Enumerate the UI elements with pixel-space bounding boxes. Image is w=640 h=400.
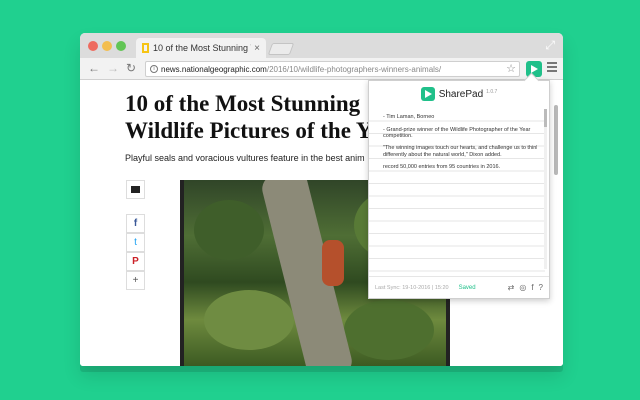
article-subtitle: Playful seals and voracious vultures fea… [125, 153, 365, 163]
minimize-window-button[interactable] [102, 41, 112, 51]
back-arrow-icon[interactable]: ← [88, 61, 100, 75]
pinterest-share-button[interactable]: P [126, 252, 145, 271]
facebook-share-button[interactable]: f [126, 214, 145, 233]
browser-toolbar: ← → ↻ i news.nationalgeographic.com /201… [80, 58, 563, 80]
bookmark-star-icon[interactable]: ☆ [506, 62, 516, 75]
tab-active[interactable]: 10 of the Most Stunning Wildlife × [136, 38, 266, 58]
natgeo-favicon-icon [142, 43, 149, 53]
reload-icon[interactable]: ↻ [126, 61, 136, 75]
more-share-button[interactable]: + [126, 271, 145, 290]
forward-arrow-icon[interactable]: → [107, 61, 119, 75]
tab-close-icon[interactable]: × [254, 43, 260, 54]
facebook-icon[interactable]: f [531, 283, 533, 292]
last-sync-text: Last Sync: 19-10-2016 | 15:20 [375, 284, 449, 291]
saved-status: Saved [458, 284, 476, 291]
sharepad-popup: SharePad 1.0.7 - Tim Laman, Borneo - Gra… [368, 80, 550, 299]
tab-title: 10 of the Most Stunning Wildlife [153, 43, 251, 53]
url-path: /2016/10/wildlife-photographers-winners-… [266, 64, 442, 74]
sync-icon[interactable]: ⇄ [508, 283, 515, 292]
note-line: - Grand-prize winner of the Wildlife Pho… [383, 126, 531, 133]
page-scrollbar[interactable] [554, 91, 559, 211]
sharepad-logo-icon [420, 87, 435, 101]
note-line: record 50,000 entries from 95 countries … [383, 164, 501, 170]
help-icon[interactable]: ? [539, 283, 543, 292]
maximize-window-button[interactable] [116, 41, 126, 51]
close-window-button[interactable] [88, 41, 98, 51]
sharepad-version: 1.0.7 [486, 89, 498, 95]
tab-bar: 10 of the Most Stunning Wildlife × ⤢ [80, 33, 563, 58]
sharepad-notes-area[interactable]: - Tim Laman, Borneo - Grand-prize winner… [369, 109, 545, 273]
url-host: news.nationalgeographic.com [161, 64, 267, 74]
fullscreen-icon[interactable]: ⤢ [545, 38, 555, 53]
note-line: "The winning images touch our hearts, an… [383, 145, 537, 152]
share-icon[interactable]: ◎ [519, 283, 526, 292]
comment-button[interactable] [126, 180, 145, 199]
sharepad-footer: Last Sync: 19-10-2016 | 15:20 Saved ⇄ ◎ … [369, 276, 549, 298]
info-icon[interactable]: i [150, 65, 158, 73]
twitter-share-button[interactable]: t [126, 233, 145, 252]
sharepad-scrollbar[interactable] [544, 109, 547, 269]
sharepad-title: SharePad [438, 88, 484, 100]
sharepad-header: SharePad 1.0.7 [369, 81, 549, 107]
new-tab-button[interactable] [267, 43, 295, 55]
address-bar[interactable]: i news.nationalgeographic.com /2016/10/w… [145, 61, 520, 77]
hamburger-menu-icon[interactable] [547, 62, 557, 74]
